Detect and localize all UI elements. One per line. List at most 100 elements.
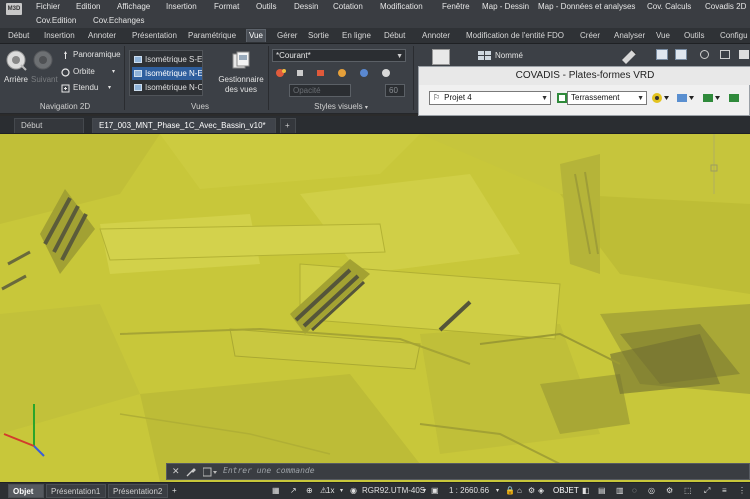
menu-item-map-donn-es-et-analyses[interactable]: Map - Données et analyses <box>538 1 635 13</box>
orbit-status-icon[interactable]: ◎ <box>648 486 655 496</box>
add-layout-button[interactable]: + <box>172 486 177 496</box>
window-icon[interactable] <box>656 49 668 60</box>
drawing-viewport[interactable] <box>0 134 750 482</box>
layout-tab-model[interactable]: Objet <box>8 484 44 498</box>
named-button[interactable]: Nommé <box>495 51 523 61</box>
menu-item-cotation[interactable]: Cotation <box>333 1 363 13</box>
extents-button[interactable]: Etendu <box>73 83 98 93</box>
coordinate-system[interactable]: RGR92.UTM-40S <box>362 486 425 496</box>
menu-item-covadis-2d[interactable]: Covadis 2D <box>705 1 746 13</box>
view-manager-icon[interactable] <box>231 51 251 71</box>
annotation-icon[interactable]: ⊕ <box>306 486 313 496</box>
opacity-field[interactable]: Opacité <box>289 84 351 97</box>
object-mode[interactable]: OBJET <box>553 486 579 496</box>
units-icon[interactable]: ▥ <box>616 486 624 496</box>
tool-palette-icon[interactable] <box>620 48 638 64</box>
views-title: Vues <box>191 102 209 111</box>
selection-icon[interactable]: ▤ <box>598 486 606 496</box>
menu-item-cov-echanges[interactable]: Cov.Echanges <box>93 15 144 27</box>
orbit-dropdown-icon[interactable]: ▾ <box>112 67 115 77</box>
tab-drawing[interactable]: E17_003_MNT_Phase_1C_Avec_Bassin_v10* <box>92 118 276 133</box>
ribbon-tab-modification-de-l-entit-fdo[interactable]: Modification de l'entité FDO <box>464 30 566 42</box>
menu-item-outils[interactable]: Outils <box>256 1 276 13</box>
viewport-icon[interactable] <box>432 49 450 65</box>
extents-dropdown-icon[interactable]: ▾ <box>108 83 111 93</box>
ribbon-tab-vue[interactable]: Vue <box>246 29 266 42</box>
menu-item-fichier[interactable]: Fichier <box>36 1 60 13</box>
ribbon-tab-cr-er[interactable]: Créer <box>578 30 602 42</box>
ribbon-tab-g-rer[interactable]: Gérer <box>275 30 299 42</box>
menu-item-cov-calculs[interactable]: Cov. Calculs <box>647 1 691 13</box>
menu-item-cov-edition[interactable]: Cov.Edition <box>36 15 76 27</box>
ribbon-tab-en-ligne[interactable]: En ligne <box>340 30 373 42</box>
view-item[interactable]: Isométrique N-O <box>132 81 202 94</box>
quick-properties-icon[interactable]: ◌ <box>632 486 637 496</box>
grid-icon[interactable]: ▦ <box>272 486 280 496</box>
layout-tab-presentation2[interactable]: Présentation2 <box>108 484 168 498</box>
new-tab-button[interactable]: + <box>280 118 296 133</box>
layout-icon[interactable] <box>720 50 730 59</box>
view-item[interactable]: Isométrique N-E <box>132 67 202 80</box>
workspace-icon[interactable]: ⌂ <box>517 486 522 496</box>
ribbon-tab-d-but[interactable]: Début <box>6 30 31 42</box>
tab-start[interactable]: Début <box>14 118 84 133</box>
ribbon-tab-annoter[interactable]: Annoter <box>420 30 452 42</box>
command-input[interactable]: Entrer une commande <box>223 466 315 475</box>
layout-icon-2[interactable] <box>739 50 749 59</box>
window-icon-2[interactable] <box>675 49 687 60</box>
app-icon[interactable]: M3D <box>6 3 22 15</box>
workspace-switch-icon[interactable]: ⚙ <box>666 486 673 496</box>
hardware-icon[interactable]: ◈ <box>538 486 544 496</box>
ribbon-tab-param-trique[interactable]: Paramétrique <box>186 30 238 42</box>
menu-item-map-dessin[interactable]: Map - Dessin <box>482 1 529 13</box>
snap-icon[interactable]: ↗ <box>290 486 297 496</box>
project-dropdown[interactable]: ⚐ Projet 4 ▼ <box>429 91 551 105</box>
annotation-scale[interactable]: 1x <box>326 486 334 496</box>
chevron-down-icon: ▾ <box>340 488 344 494</box>
view-manager-label-line1[interactable]: Gestionnaire <box>218 75 264 85</box>
fullscreen-icon[interactable]: ⤢ <box>704 486 710 496</box>
ribbon-tab-insertion[interactable]: Insertion <box>42 30 77 42</box>
orbit-button[interactable]: Orbite <box>73 67 95 77</box>
viewport-scale[interactable]: 1 : 2660.66 <box>449 486 489 496</box>
menu-item-affichage[interactable]: Affichage <box>117 1 150 13</box>
annotation-monitor-icon[interactable]: ⬚ <box>684 486 692 496</box>
gear-icon[interactable] <box>700 50 709 59</box>
customize-menu-icon[interactable]: ≡ <box>722 486 727 496</box>
forward-button[interactable]: Suivant <box>31 75 58 85</box>
close-icon[interactable]: ✕ <box>172 466 180 477</box>
visual-style-tools[interactable] <box>274 67 404 79</box>
view-manager-label-line2[interactable]: des vues <box>218 85 264 95</box>
ribbon-tab-configu[interactable]: Configu <box>718 30 750 42</box>
ribbon-tab-pr-sentation[interactable]: Présentation <box>130 30 179 42</box>
menu-item-modification[interactable]: Modification <box>380 1 423 13</box>
forward-icon[interactable] <box>32 49 54 71</box>
more-icon[interactable]: ⋮ <box>738 486 746 496</box>
menu-item-dessin[interactable]: Dessin <box>294 1 318 13</box>
back-icon[interactable] <box>5 49 27 71</box>
ribbon-tab-sortie[interactable]: Sortie <box>306 30 331 42</box>
back-button[interactable]: Arrière <box>4 75 28 85</box>
customize-icon[interactable] <box>186 467 196 477</box>
layer-dropdown[interactable]: Terrassement ▼ <box>567 91 647 105</box>
ribbon-tab-vue[interactable]: Vue <box>654 30 672 42</box>
isolate-icon[interactable]: ⚙ <box>528 486 535 496</box>
view-item[interactable]: Isométrique S-E <box>132 53 202 66</box>
menu-item-format[interactable]: Format <box>214 1 239 13</box>
view-list[interactable]: Isométrique S-E Isométrique N-E Isométriqu… <box>129 50 203 96</box>
pan-button[interactable]: Panoramique <box>73 50 121 60</box>
menu-item-fen-tre[interactable]: Fenêtre <box>442 1 470 13</box>
ribbon-tab-outils[interactable]: Outils <box>682 30 706 42</box>
ribbon-tab-d-but[interactable]: Début <box>382 30 407 42</box>
menu-item-edition[interactable]: Edition <box>76 1 100 13</box>
ribbon-tab-annoter[interactable]: Annoter <box>86 30 118 42</box>
menu-item-insertion[interactable]: Insertion <box>166 1 197 13</box>
layout-tab-presentation1[interactable]: Présentation1 <box>46 484 106 498</box>
visual-style-dropdown[interactable]: *Courant* ▼ <box>272 49 406 62</box>
ribbon-tab-analyser[interactable]: Analyser <box>612 30 647 42</box>
command-history-icon[interactable] <box>203 467 219 477</box>
lock-icon[interactable]: 🔒 <box>505 486 515 496</box>
dropdown-icon[interactable]: ◧ <box>582 486 590 496</box>
opacity-value[interactable]: 60 <box>385 84 405 97</box>
covadis-toolbar-icons[interactable] <box>650 91 750 105</box>
